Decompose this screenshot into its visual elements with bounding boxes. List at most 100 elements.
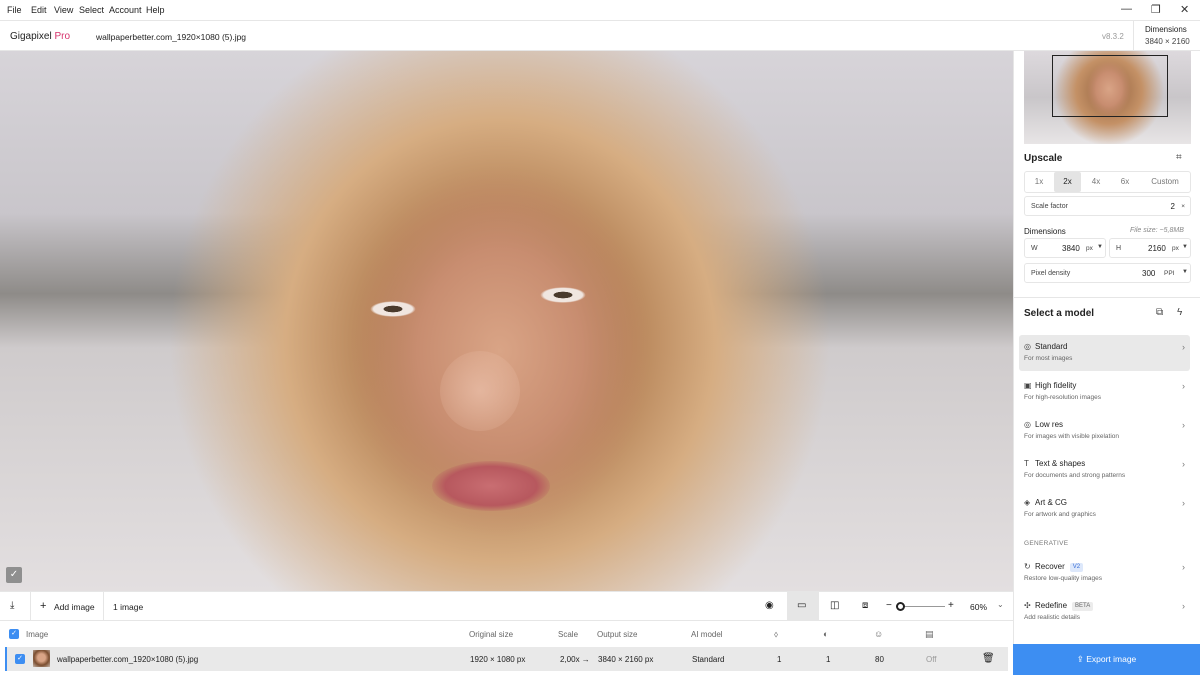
- menu-file[interactable]: File: [7, 5, 22, 15]
- add-image-button[interactable]: Add image: [54, 602, 95, 612]
- preview-nose: [440, 351, 520, 431]
- scale-4x[interactable]: 4x: [1086, 172, 1106, 192]
- width-unit[interactable]: px: [1086, 245, 1093, 252]
- header-ai-model[interactable]: AI model: [691, 630, 723, 639]
- lightning-icon[interactable]: ϟ: [1177, 307, 1182, 318]
- app-version: v8.3.2: [1102, 32, 1124, 41]
- pixel-density-value[interactable]: 300: [1142, 269, 1155, 278]
- export-image-button[interactable]: ⇪ Export image: [1013, 644, 1200, 675]
- scale-factor-field[interactable]: Scale factor 2 ×: [1024, 196, 1191, 216]
- model-redefine[interactable]: ✣ Redefine BETA Add realistic details ›: [1019, 594, 1190, 630]
- height-unit[interactable]: px: [1172, 245, 1179, 252]
- model-text-shapes[interactable]: T Text & shapes For documents and strong…: [1019, 452, 1190, 488]
- model-standard[interactable]: ◎ Standard For most images ›: [1019, 335, 1190, 371]
- chevron-right-icon: ›: [1182, 562, 1185, 572]
- model-name-text: Recover: [1035, 562, 1065, 571]
- select-all-checkbox[interactable]: ✓: [9, 629, 19, 639]
- preview-eye-left: [370, 301, 416, 317]
- plus-icon[interactable]: +: [40, 600, 46, 612]
- minimize-icon[interactable]: —: [1121, 3, 1132, 15]
- split-view-icon[interactable]: ◫: [830, 600, 839, 611]
- side-by-side-icon[interactable]: ⧈: [862, 600, 868, 611]
- menu-edit[interactable]: Edit: [31, 5, 47, 15]
- pixel-density-field[interactable]: Pixel density 300 PPI ▼: [1024, 263, 1191, 283]
- zoom-out-icon[interactable]: −: [886, 600, 892, 611]
- face-recovery-icon: ☺: [874, 629, 884, 639]
- file-name: wallpaperbetter.com_1920×1080 (5).jpg: [96, 32, 247, 42]
- zoom-slider-handle[interactable]: [896, 602, 905, 611]
- app-logo: Gigapixel Pro: [10, 31, 70, 42]
- model-art-cg[interactable]: ◈ Art & CG For artwork and graphics ›: [1019, 491, 1190, 527]
- scale-6x[interactable]: 6x: [1115, 172, 1135, 192]
- checkmark-icon[interactable]: ✓: [6, 567, 22, 583]
- scale-factor-value[interactable]: 2: [1171, 202, 1175, 211]
- maximize-icon[interactable]: ❐: [1151, 3, 1161, 16]
- width-label: W: [1031, 245, 1038, 252]
- eye-icon[interactable]: ◉: [765, 600, 774, 611]
- close-icon[interactable]: ✕: [1180, 3, 1189, 16]
- pixel-density-unit[interactable]: PPI: [1164, 270, 1174, 277]
- crop-icon[interactable]: ⌗: [1176, 152, 1182, 163]
- row-scale: 2,00x →: [560, 655, 590, 664]
- row-sharpen: 1: [826, 655, 831, 664]
- chevron-right-icon: ›: [1182, 420, 1185, 430]
- chevron-down-icon[interactable]: ▼: [1182, 269, 1188, 275]
- navigator-viewport[interactable]: [1052, 55, 1168, 117]
- row-output-size: 3840 × 2160 px: [598, 655, 654, 664]
- model-low-res[interactable]: ◎ Low res For images with visible pixela…: [1019, 413, 1190, 449]
- model-desc: For most images: [1024, 355, 1073, 362]
- sparkle-icon: ✣: [1024, 601, 1031, 610]
- menu-select[interactable]: Select: [79, 5, 104, 15]
- scale-factor-unit: ×: [1181, 203, 1185, 210]
- dimensions-summary-title: Dimensions: [1145, 25, 1187, 34]
- chevron-down-icon[interactable]: ⌄: [997, 600, 1004, 609]
- image-preview[interactable]: ✓: [0, 51, 1013, 591]
- header-image[interactable]: Image: [26, 630, 48, 639]
- chevron-down-icon[interactable]: ▼: [1097, 244, 1103, 250]
- zoom-in-icon[interactable]: +: [948, 600, 954, 611]
- import-icon[interactable]: ⤓: [10, 600, 14, 611]
- scale-2x[interactable]: 2x: [1054, 172, 1081, 192]
- menu-view[interactable]: View: [54, 5, 73, 15]
- height-value[interactable]: 2160: [1148, 244, 1166, 253]
- model-desc: For high-resolution images: [1024, 394, 1101, 401]
- row-thumbnail: [33, 650, 50, 667]
- divider: [103, 592, 104, 621]
- generative-section-label: GENERATIVE: [1024, 540, 1069, 547]
- menu-account[interactable]: Account: [109, 5, 142, 15]
- model-desc: Add realistic details: [1024, 614, 1080, 621]
- trash-icon[interactable]: 🗑: [982, 653, 995, 664]
- model-name: High fidelity: [1035, 381, 1077, 390]
- height-label: H: [1116, 245, 1122, 252]
- table-row[interactable]: ✓ wallpaperbetter.com_1920×1080 (5).jpg …: [5, 647, 1008, 671]
- preview-lips: [432, 461, 550, 511]
- chevron-down-icon[interactable]: ▼: [1182, 244, 1188, 250]
- row-original-size: 1920 × 1080 px: [470, 655, 526, 664]
- header-output-size[interactable]: Output size: [597, 630, 637, 639]
- model-high-fidelity[interactable]: ▣ High fidelity For high-resolution imag…: [1019, 374, 1190, 410]
- header-original-size[interactable]: Original size: [469, 630, 513, 639]
- app-edition: Pro: [54, 31, 71, 42]
- row-checkbox[interactable]: ✓: [15, 654, 25, 664]
- model-recover[interactable]: ↻ Recover V2 Restore low-quality images ›: [1019, 555, 1190, 591]
- scale-1x[interactable]: 1x: [1029, 172, 1049, 192]
- height-field[interactable]: H 2160 px ▼: [1109, 238, 1191, 258]
- model-desc: For documents and strong patterns: [1024, 472, 1126, 479]
- model-name: Standard: [1035, 342, 1068, 351]
- navigator-thumbnail[interactable]: [1024, 51, 1191, 144]
- zoom-level[interactable]: 60%: [970, 602, 987, 612]
- width-value[interactable]: 3840: [1062, 244, 1080, 253]
- row-face-mode: Off: [926, 655, 937, 664]
- upscale-title: Upscale: [1024, 153, 1063, 164]
- row-face-recovery: 80: [875, 655, 884, 664]
- scale-custom[interactable]: Custom: [1145, 172, 1185, 192]
- title-bar: Gigapixel Pro wallpaperbetter.com_1920×1…: [0, 20, 1200, 51]
- header-scale[interactable]: Scale: [558, 630, 578, 639]
- compare-models-icon[interactable]: ⧉: [1156, 307, 1163, 318]
- width-field[interactable]: W 3840 px ▼: [1024, 238, 1106, 258]
- chevron-right-icon: ›: [1182, 381, 1185, 391]
- target-icon: ◎: [1024, 342, 1031, 351]
- dimensions-summary-value: 3840 × 2160: [1145, 37, 1190, 46]
- menu-help[interactable]: Help: [146, 5, 165, 15]
- single-view-icon[interactable]: ▭: [797, 600, 806, 611]
